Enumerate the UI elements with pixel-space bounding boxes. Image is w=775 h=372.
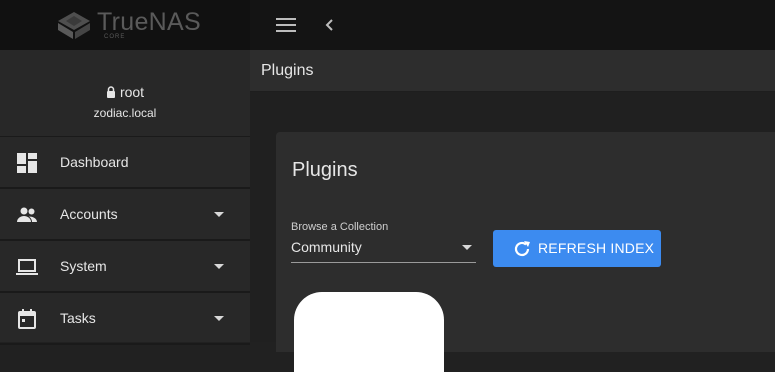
refresh-index-button[interactable]: REFRESH INDEX xyxy=(493,230,661,267)
sidebar-item-label: Accounts xyxy=(60,206,118,222)
chevron-left-icon[interactable] xyxy=(318,12,340,38)
sidebar-item-dashboard[interactable]: Dashboard xyxy=(0,138,250,189)
chevron-down-icon xyxy=(214,212,224,217)
user-info: root zodiac.local xyxy=(0,50,250,137)
people-icon xyxy=(17,207,37,222)
sidebar-item-label: Tasks xyxy=(60,310,96,326)
breadcrumb: Plugins xyxy=(261,62,314,79)
truenas-logo-icon xyxy=(58,12,90,39)
sidebar-item-tasks[interactable]: Tasks xyxy=(0,294,250,345)
laptop-icon xyxy=(16,259,38,275)
chevron-down-icon xyxy=(214,316,224,321)
lock-icon xyxy=(106,86,115,98)
page-title: Plugins xyxy=(292,159,358,181)
chevron-down-icon xyxy=(214,264,224,269)
logo-subtext: CORE xyxy=(104,34,126,40)
hamburger-menu-icon[interactable] xyxy=(272,12,300,38)
logo-area[interactable]: TrueNAS CORE xyxy=(0,0,250,50)
page-header: Plugins xyxy=(250,50,775,92)
sidebar: root zodiac.local Dashboard Accounts Sys… xyxy=(0,50,250,345)
refresh-icon xyxy=(514,241,530,257)
sidebar-item-accounts[interactable]: Accounts xyxy=(0,190,250,241)
collection-select-value[interactable]: Community xyxy=(291,239,362,255)
select-underline xyxy=(291,262,476,263)
sidebar-item-label: Dashboard xyxy=(60,154,129,170)
refresh-index-label: REFRESH INDEX xyxy=(538,240,655,256)
plugins-card: Plugins Browse a Collection Community RE… xyxy=(276,132,775,372)
sidebar-item-label: System xyxy=(60,258,107,274)
host-name: zodiac.local xyxy=(93,106,157,120)
main-content: Plugins Browse a Collection Community RE… xyxy=(250,92,775,372)
sidebar-item-system[interactable]: System xyxy=(0,242,250,293)
user-name: root xyxy=(119,84,145,100)
calendar-icon xyxy=(18,309,36,329)
logo-text: TrueNAS xyxy=(97,8,201,36)
plugin-card[interactable] xyxy=(294,292,444,372)
top-bar: TrueNAS CORE xyxy=(0,0,775,50)
collection-select-label: Browse a Collection xyxy=(291,221,389,233)
user-name-row: root xyxy=(0,84,250,100)
chevron-down-icon[interactable] xyxy=(462,245,472,250)
dashboard-icon xyxy=(17,153,37,173)
